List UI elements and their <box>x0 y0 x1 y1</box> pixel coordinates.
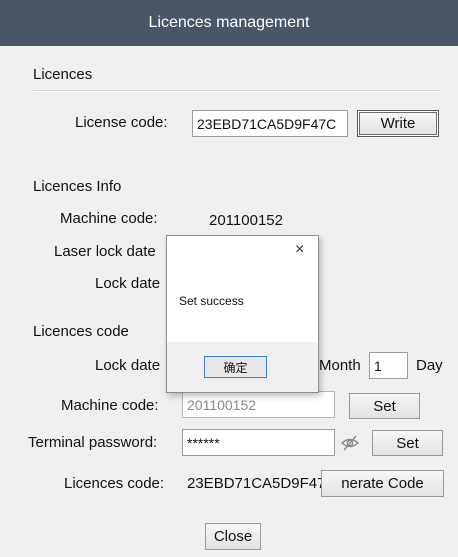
licences-code-section-title: Licences code <box>33 323 129 340</box>
code-lock-date-label: Lock date <box>95 357 161 374</box>
message-text: Set success <box>179 294 244 308</box>
laser-lock-date-label: Laser lock date <box>54 243 156 260</box>
message-box: × Set success 确定 <box>166 235 319 393</box>
terminal-password-input[interactable]: ****** <box>182 429 335 456</box>
info-machine-code-value: 201100152 <box>209 212 283 229</box>
code-machine-code-input[interactable]: 201100152 <box>182 391 335 418</box>
generate-code-button[interactable]: nerate Code <box>321 470 444 497</box>
license-code-label: License code: <box>75 114 168 131</box>
set-password-button[interactable]: Set <box>372 430 443 456</box>
day-label: Day <box>416 357 443 374</box>
license-code-input[interactable]: 23EBD71CA5D9F47C <box>192 110 348 137</box>
month-label: Month <box>319 357 361 374</box>
licences-code-label: Licences code: <box>64 475 165 492</box>
licences-code-value: 23EBD71CA5D9F47C <box>187 475 337 492</box>
window-title-bar: Licences management <box>0 0 458 46</box>
set-machine-code-button[interactable]: Set <box>349 393 420 419</box>
code-machine-code-label: Machine code: <box>61 397 159 414</box>
info-machine-code-label: Machine code: <box>60 210 158 227</box>
info-lock-date-label: Lock date <box>95 275 161 292</box>
message-box-close-icon[interactable]: × <box>295 241 304 259</box>
close-button[interactable]: Close <box>205 523 261 550</box>
terminal-password-label: Terminal password: <box>28 434 158 451</box>
write-button[interactable]: Write <box>357 110 439 137</box>
licences-info-section-title: Licences Info <box>33 178 122 195</box>
licences-section-title: Licences <box>33 66 93 83</box>
message-box-footer: 确定 <box>167 342 318 392</box>
day-input[interactable]: 1 <box>369 352 408 379</box>
licences-section-divider <box>33 90 441 92</box>
window-title: Licences management <box>148 14 310 31</box>
eye-slash-icon[interactable] <box>340 433 360 453</box>
ok-button[interactable]: 确定 <box>204 356 267 378</box>
